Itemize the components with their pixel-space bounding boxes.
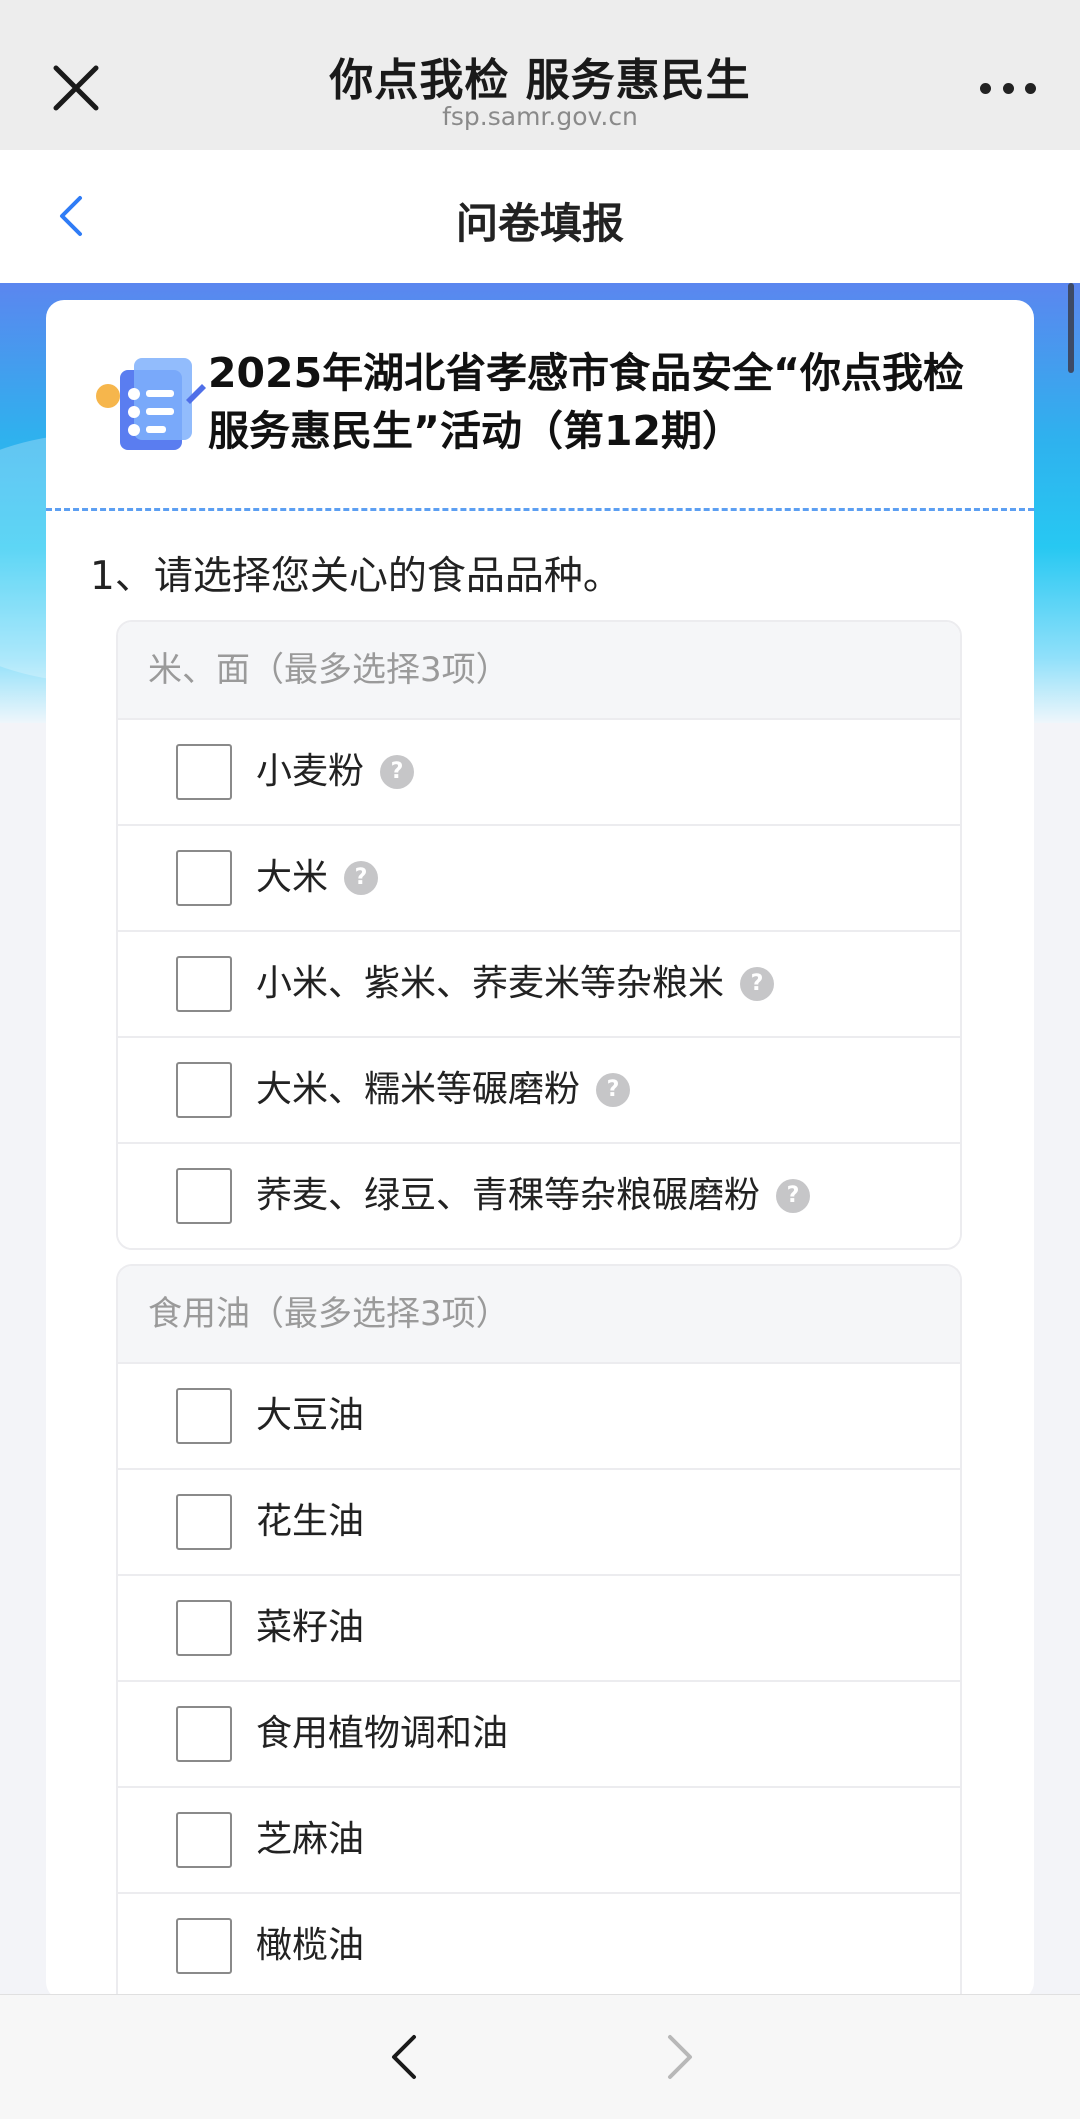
option-label: 菜籽油: [256, 1607, 365, 1648]
option-label: 芝麻油: [256, 1819, 365, 1860]
option-label: 小米、紫米、荞麦米等杂粮米: [256, 963, 725, 1004]
option-item[interactable]: 食用植物调和油: [118, 1680, 960, 1786]
scrollbar[interactable]: [1068, 283, 1074, 373]
checkbox[interactable]: [176, 1494, 232, 1550]
help-icon[interactable]: ?: [344, 861, 379, 895]
nav-forward-icon[interactable]: [664, 2031, 696, 2083]
checkbox[interactable]: [176, 1168, 232, 1224]
checkbox[interactable]: [176, 1918, 232, 1974]
checkbox[interactable]: [176, 744, 232, 800]
more-icon[interactable]: [980, 80, 1036, 96]
option-item[interactable]: 橄榄油: [118, 1892, 960, 1998]
question-title: 1、请选择您关心的食品品种。: [90, 554, 622, 599]
option-label: 花生油: [256, 1501, 365, 1542]
option-label: 荞麦、绿豆、青稞等杂粮碾磨粉: [256, 1175, 761, 1216]
option-item[interactable]: 芝麻油: [118, 1786, 960, 1892]
option-item[interactable]: 菜籽油: [118, 1574, 960, 1680]
option-item[interactable]: 大米、糯米等碾磨粉 ?: [118, 1036, 960, 1142]
option-item[interactable]: 小米、紫米、荞麦米等杂粮米 ?: [118, 930, 960, 1036]
page-header: 问卷填报: [0, 150, 1080, 283]
checkbox[interactable]: [176, 1388, 232, 1444]
checkbox[interactable]: [176, 956, 232, 1012]
help-icon[interactable]: ?: [596, 1073, 631, 1107]
group-title: 食用油（最多选择3项）: [118, 1266, 960, 1362]
browser-title: 你点我检 服务惠民生: [329, 55, 751, 106]
survey-header: 2025年湖北省孝感市食品安全“你点我检 服务惠民生”活动（第12期）: [46, 300, 1034, 508]
checkbox[interactable]: [176, 1600, 232, 1656]
checkbox[interactable]: [176, 1062, 232, 1118]
divider: [46, 508, 1034, 511]
option-item[interactable]: 小麦粉 ?: [118, 718, 960, 824]
option-label: 大米、糯米等碾磨粉: [256, 1069, 581, 1110]
help-icon[interactable]: ?: [776, 1179, 811, 1213]
nav-back-icon[interactable]: [388, 2031, 420, 2083]
browser-url: fsp.samr.gov.cn: [442, 102, 638, 131]
option-group-rice-flour: 米、面（最多选择3项） 小麦粉 ? 大米 ? 小米、紫米、荞麦米等杂粮米 ? 大…: [116, 620, 962, 1250]
checkbox[interactable]: [176, 1706, 232, 1762]
group-title: 米、面（最多选择3项）: [118, 622, 960, 718]
option-item[interactable]: 荞麦、绿豆、青稞等杂粮碾磨粉 ?: [118, 1142, 960, 1248]
page-title: 问卷填报: [455, 199, 624, 248]
browser-bar: 你点我检 服务惠民生 fsp.samr.gov.cn: [0, 0, 1080, 150]
option-item[interactable]: 大豆油: [118, 1362, 960, 1468]
option-item[interactable]: 大米 ?: [118, 824, 960, 930]
option-group-edible-oil: 食用油（最多选择3项） 大豆油 花生油 菜籽油 食用植物调和油 芝麻油 橄榄油: [116, 1264, 962, 1998]
help-icon[interactable]: ?: [380, 755, 415, 789]
survey-form-icon: [96, 358, 206, 450]
option-item[interactable]: 花生油: [118, 1468, 960, 1574]
survey-title: 2025年湖北省孝感市食品安全“你点我检 服务惠民生”活动（第12期）: [208, 349, 965, 455]
help-icon[interactable]: ?: [740, 967, 775, 1001]
survey-card: 2025年湖北省孝感市食品安全“你点我检 服务惠民生”活动（第12期） 1、请选…: [46, 300, 1034, 2000]
checkbox[interactable]: [176, 1812, 232, 1868]
bottom-nav-bar: [0, 1994, 1080, 2119]
checkbox[interactable]: [176, 850, 232, 906]
option-label: 大米: [256, 857, 329, 898]
option-label: 橄榄油: [256, 1925, 365, 1966]
option-label: 食用植物调和油: [256, 1713, 509, 1754]
option-label: 小麦粉: [256, 751, 365, 792]
option-label: 大豆油: [256, 1395, 365, 1436]
